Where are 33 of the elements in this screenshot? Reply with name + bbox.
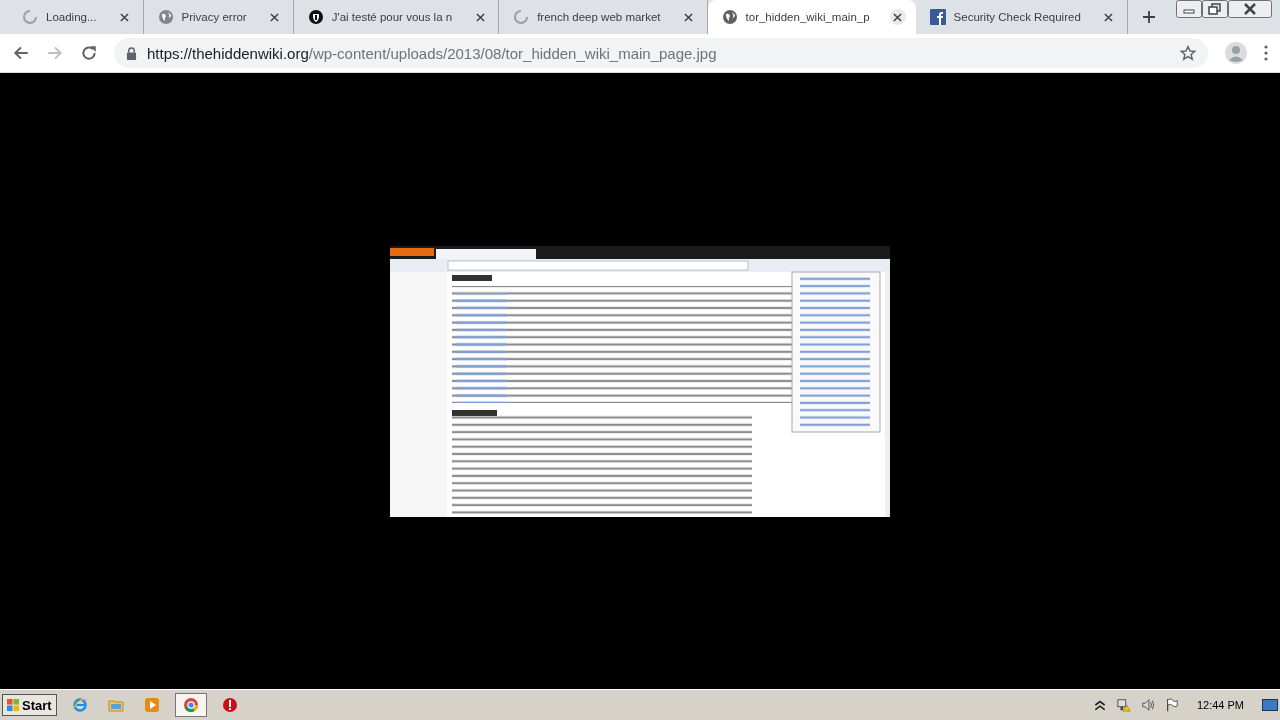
- back-icon[interactable]: [12, 44, 30, 62]
- spinner-icon: [22, 9, 38, 25]
- volume-icon[interactable]: [1140, 698, 1155, 712]
- chevron-icon[interactable]: [1092, 698, 1107, 712]
- globe-icon: [721, 9, 738, 25]
- minimize-icon[interactable]: [1176, 0, 1202, 18]
- globe-icon: [157, 9, 174, 25]
- start-button[interactable]: Start: [2, 694, 57, 716]
- profile-icon[interactable]: [1224, 41, 1248, 65]
- menu-icon[interactable]: [1264, 45, 1268, 61]
- clock[interactable]: 12:44 PM: [1196, 699, 1244, 711]
- new-tab-icon[interactable]: [1141, 10, 1156, 24]
- show-desktop-icon[interactable]: [1262, 699, 1278, 711]
- address-field[interactable]: https://thehiddenwiki.org/wp-content/uploads/2013/08/tor_hidden_wiki_main_page.jpg: [114, 38, 1208, 68]
- bookmark-star-icon[interactable]: [1180, 45, 1196, 61]
- folder-icon: [107, 697, 124, 713]
- close-icon[interactable]: [1228, 0, 1272, 18]
- spinner-icon: [513, 9, 530, 25]
- browser-tab[interactable]: tor_hidden_wiki_main_p: [707, 0, 916, 34]
- four-squares-icon: [7, 698, 20, 712]
- flag-icon[interactable]: [1164, 698, 1179, 712]
- play-icon: [143, 697, 160, 713]
- network-icon[interactable]: [1116, 698, 1131, 712]
- restore-icon[interactable]: [1202, 0, 1228, 18]
- lock-icon: [126, 46, 137, 60]
- square-logo-icon: [929, 9, 946, 25]
- exclamation-icon: [221, 697, 238, 713]
- shield-icon: [307, 9, 324, 25]
- reload-icon[interactable]: [80, 44, 98, 62]
- browser-logo-icon: [182, 697, 199, 713]
- close-icon[interactable]: [889, 9, 906, 25]
- taskbar-button[interactable]: [174, 693, 207, 717]
- ringed-e-icon: [71, 697, 88, 713]
